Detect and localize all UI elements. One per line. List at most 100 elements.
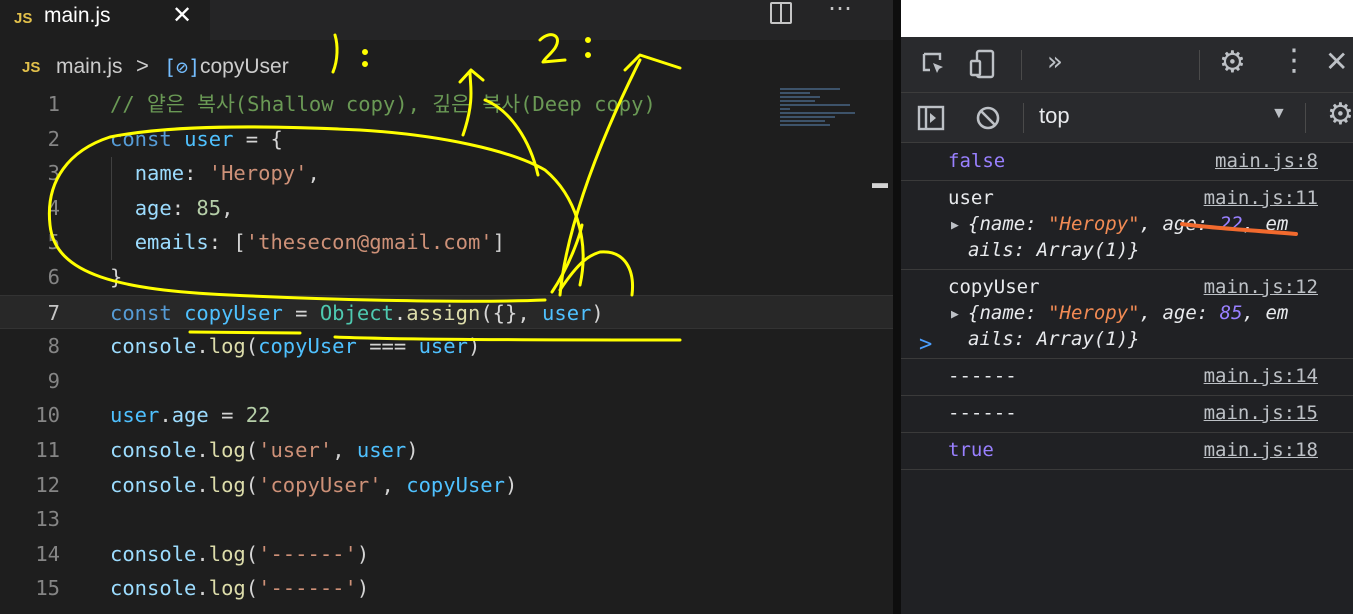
code-token: . (196, 541, 209, 566)
code-line[interactable]: 15 console.log('------') (0, 571, 893, 606)
console-prompt[interactable]: > (919, 332, 932, 357)
line-number: 3 (47, 161, 60, 186)
kebab-menu-icon[interactable]: ⋮ (1279, 43, 1309, 78)
code-token: ) (504, 472, 518, 497)
split-editor-icon[interactable] (770, 2, 792, 24)
console-source-link[interactable]: main.js:8 (1215, 150, 1318, 172)
code-token: console (110, 541, 197, 566)
code-token: 85 (196, 195, 222, 220)
console-source-link[interactable]: main.js:18 (1204, 439, 1318, 461)
code-token: , (307, 161, 320, 186)
expand-triangle-icon[interactable]: ▶ (951, 218, 959, 233)
tab-main-js[interactable]: JS main.js ✕ (0, 0, 210, 40)
more-actions-icon[interactable]: ⋯ (828, 0, 853, 23)
line-number: 8 (47, 334, 60, 359)
inspect-element-icon[interactable] (921, 51, 947, 77)
gear-icon[interactable]: ⚙ (1219, 45, 1246, 80)
code-text[interactable]: emails: ['thesecon@gmail.com'] (110, 225, 505, 260)
more-tabs-icon[interactable]: » (1047, 47, 1063, 77)
code-line[interactable]: 4 age: 85, (0, 191, 893, 226)
code-token: ( (245, 334, 259, 359)
close-icon[interactable]: ✕ (1325, 45, 1348, 78)
code-text[interactable]: console.log('------') (110, 571, 369, 606)
toolbar-separator (1305, 103, 1306, 133)
code-line[interactable]: 2 const user = { (0, 122, 893, 157)
breadcrumb-file[interactable]: main.js (56, 55, 123, 79)
code-text[interactable]: console.log('copyUser', copyUser) (110, 468, 517, 503)
code-token: name (134, 161, 185, 186)
console-message: ------ main.js:15 (901, 396, 1353, 433)
console-message-text: user (948, 187, 994, 209)
js-file-icon: JS (14, 10, 33, 27)
breadcrumb-symbol[interactable]: copyUser (200, 55, 289, 79)
code-line[interactable]: 13 (0, 502, 893, 537)
code-text[interactable]: console.log('------') (110, 537, 369, 572)
code-token: const (110, 126, 185, 151)
code-text[interactable]: } (110, 260, 122, 295)
code-line[interactable]: 5 emails: ['thesecon@gmail.com'] (0, 225, 893, 260)
code-token: 'user' (258, 438, 333, 462)
object-preview[interactable]: {name: "Heropy", age: 22, em (968, 213, 1288, 235)
console-source-link[interactable]: main.js:15 (1204, 402, 1318, 424)
console-message: ------ main.js:14 (901, 359, 1353, 396)
context-selector[interactable]: top (1039, 103, 1070, 129)
indent-guide (111, 157, 112, 260)
code-token: // 얕은 복사(Shallow copy), 깊은 복사(Deep copy) (110, 92, 656, 116)
code-text[interactable]: console.log(copyUser === user) (110, 329, 480, 364)
console-toolbar: top ▼ ⚙ (901, 93, 1353, 143)
code-line[interactable]: 8 console.log(copyUser === user) (0, 329, 893, 364)
code-line[interactable]: 11 console.log('user', user) (0, 433, 893, 468)
console-source-link[interactable]: main.js:12 (1204, 276, 1318, 298)
code-text[interactable]: const copyUser = Object.assign({}, user) (110, 296, 604, 331)
code-token: console (110, 576, 197, 601)
code-line[interactable]: 14 console.log('------') (0, 537, 893, 572)
code-line[interactable]: 10 user.age = 22 (0, 398, 893, 433)
code-line[interactable]: 3 name: 'Heropy', (0, 156, 893, 191)
code-token: = (208, 403, 246, 428)
code-line[interactable]: 12 console.log('copyUser', copyUser) (0, 468, 893, 503)
code-token: ( (245, 472, 259, 497)
clear-console-icon[interactable] (975, 105, 1001, 131)
code-token: , (332, 438, 357, 462)
code-text[interactable]: console.log('user', user) (110, 433, 419, 468)
code-token: ( (245, 576, 259, 601)
code-token: ) (406, 438, 419, 462)
devtools-main-toolbar: » ⚙ ⋮ ✕ (901, 37, 1353, 93)
page-viewport (901, 0, 1353, 37)
symbol-variable-icon: [⊘] (164, 55, 201, 79)
code-editor[interactable]: JS main.js ✕ ⋯ JS main.js > [⊘] copyUser… (0, 0, 893, 614)
device-toolbar-icon[interactable] (969, 49, 999, 79)
expand-triangle-icon[interactable]: ▶ (951, 307, 959, 322)
code-line[interactable]: 7 const copyUser = Object.assign({}, user… (0, 294, 893, 331)
object-preview[interactable]: {name: "Heropy", age: 85, em (968, 302, 1288, 324)
code-text[interactable]: const user = { (110, 122, 283, 157)
code-text[interactable]: // 얕은 복사(Shallow copy), 깊은 복사(Deep copy) (110, 87, 656, 122)
code-text[interactable]: user.age = 22 (110, 398, 270, 433)
code-token: log (208, 334, 246, 359)
pane-divider[interactable] (893, 0, 901, 614)
console-source-link[interactable]: main.js:11 (1204, 187, 1318, 209)
scrollbar-cursor-marker[interactable]: ▬ (872, 175, 890, 192)
chevron-down-icon[interactable]: ▼ (1271, 105, 1287, 123)
code-line[interactable]: 6} (0, 260, 893, 295)
code-token: . (196, 438, 209, 462)
code-token: '------' (258, 576, 357, 601)
object-name-value: "Heropy" (1048, 302, 1140, 324)
code-text[interactable]: age: 85, (110, 191, 234, 226)
minimap[interactable] (780, 88, 860, 148)
code-token: 'thesecon@gmail.com' (245, 230, 493, 255)
close-icon[interactable]: ✕ (168, 2, 196, 30)
line-number: 7 (47, 300, 60, 325)
code-token: . (196, 472, 209, 497)
console-source-link[interactable]: main.js:14 (1204, 365, 1318, 387)
code-line[interactable]: 9 (0, 364, 893, 399)
code-line[interactable]: 1 // 얕은 복사(Shallow copy), 깊은 복사(Deep copy… (0, 87, 893, 122)
devtools-panel[interactable]: » ⚙ ⋮ ✕ top ▼ ⚙ false main.js:8 user main.j… (901, 0, 1353, 614)
code-text[interactable]: name: 'Heropy', (110, 156, 320, 191)
show-sidebar-icon[interactable] (917, 105, 945, 131)
console-settings-gear-icon[interactable]: ⚙ (1327, 97, 1353, 132)
line-number: 5 (47, 230, 60, 255)
code-token: ) (356, 541, 370, 566)
line-number: 15 (35, 576, 60, 601)
line-number: 6 (47, 265, 60, 289)
